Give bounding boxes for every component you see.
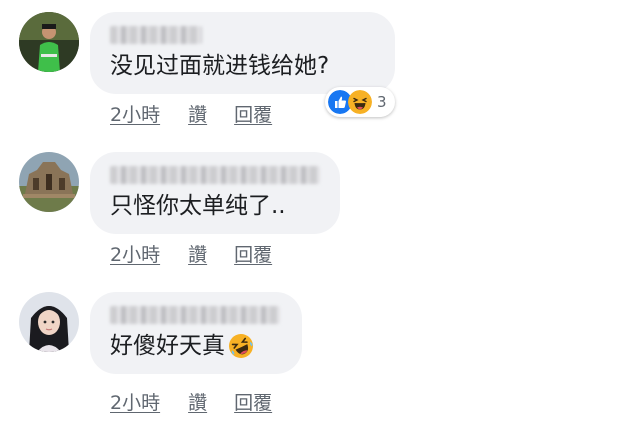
comment-item: 没见过面就进钱给她? 3 2小時 讚 回覆 bbox=[0, 0, 640, 140]
reaction-count: 3 bbox=[377, 93, 387, 111]
comment-actions: 2小時 讚 回覆 bbox=[110, 100, 272, 127]
comment-bubble: 好傻好天真 bbox=[90, 292, 302, 374]
comment-text: 没见过面就进钱给她? bbox=[110, 52, 329, 80]
reaction-summary[interactable]: 3 bbox=[325, 87, 395, 117]
comment-thread: 没见过面就进钱给她? 3 2小時 讚 回覆 只怪你太单纯了.. 2小時 讚 回覆… bbox=[0, 0, 640, 426]
author-name-blurred bbox=[110, 306, 280, 324]
comment-item: 好傻好天真 2小時 讚 回覆 bbox=[0, 280, 640, 426]
user-avatar[interactable] bbox=[19, 292, 79, 352]
comment-text-content: 只怪你太单纯了.. bbox=[110, 193, 286, 219]
reply-link[interactable]: 回覆 bbox=[234, 240, 272, 267]
comment-bubble: 没见过面就进钱给她? bbox=[90, 12, 395, 94]
comment-text-content: 没见过面就进钱给她? bbox=[110, 53, 330, 79]
comment-actions: 2小時 讚 回覆 bbox=[110, 240, 272, 267]
comment-bubble: 只怪你太单纯了.. bbox=[90, 152, 340, 234]
comment-text-content: 好傻好天真 bbox=[110, 333, 225, 359]
comment-text: 好傻好天真 bbox=[110, 332, 255, 360]
author-name-blurred bbox=[110, 26, 202, 44]
timestamp-link[interactable]: 2小時 bbox=[110, 240, 160, 267]
comment-item: 只怪你太单纯了.. 2小時 讚 回覆 bbox=[0, 140, 640, 280]
author-name-blurred bbox=[110, 166, 320, 184]
haha-reaction-icon bbox=[348, 90, 372, 114]
user-avatar[interactable] bbox=[19, 152, 79, 212]
reply-link[interactable]: 回覆 bbox=[234, 388, 272, 415]
user-avatar[interactable] bbox=[19, 12, 79, 72]
comment-actions: 2小時 讚 回覆 bbox=[110, 388, 272, 415]
timestamp-link[interactable]: 2小時 bbox=[110, 388, 160, 415]
reply-link[interactable]: 回覆 bbox=[234, 100, 272, 127]
like-link[interactable]: 讚 bbox=[188, 240, 207, 267]
comment-text: 只怪你太单纯了.. bbox=[110, 192, 286, 220]
like-link[interactable]: 讚 bbox=[188, 100, 207, 127]
timestamp-link[interactable]: 2小時 bbox=[110, 100, 160, 127]
rofl-emoji-icon bbox=[229, 334, 253, 358]
like-link[interactable]: 讚 bbox=[188, 388, 207, 415]
